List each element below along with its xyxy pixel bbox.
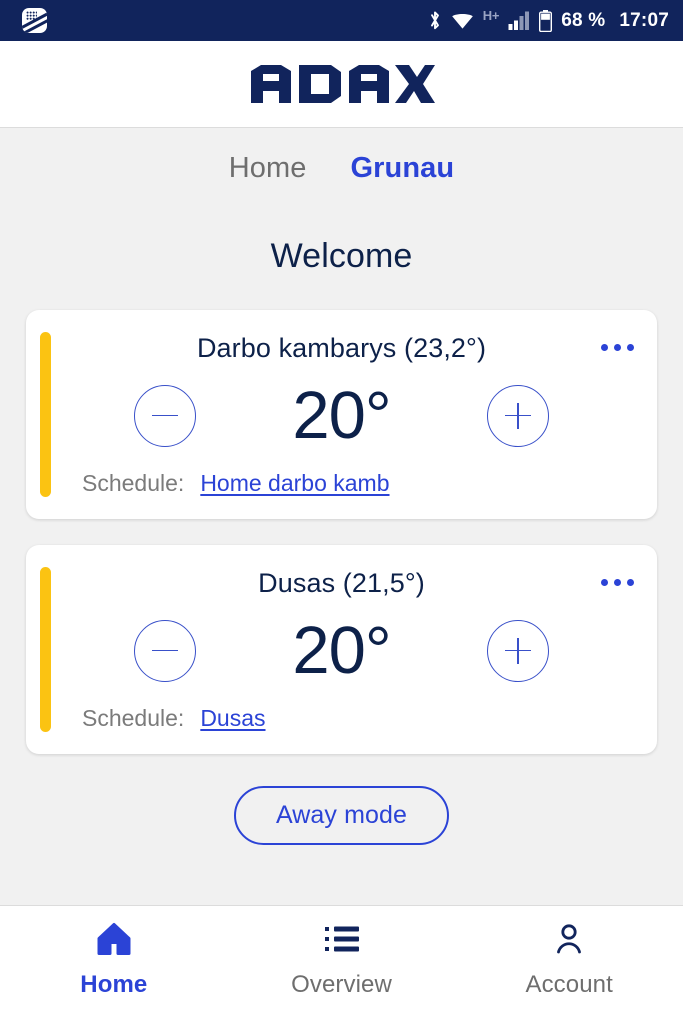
room-more-options-icon[interactable] [595, 330, 639, 364]
schedule-label: Schedule: [82, 470, 185, 496]
nav-label-account: Account [525, 971, 613, 998]
dot [613, 578, 621, 586]
room-status-accent-bar [40, 567, 51, 732]
decrease-temperature-button[interactable] [134, 619, 196, 682]
app-notification-icon [22, 8, 47, 33]
bluetooth-icon [428, 10, 442, 31]
nav-label-overview: Overview [291, 971, 392, 998]
away-mode-button[interactable]: Away mode [233, 786, 450, 845]
status-bar-left [22, 8, 428, 33]
room-status-accent-bar [40, 332, 51, 497]
main-content: Home Grunau Welcome Darbo kambarys (23,2… [0, 128, 683, 905]
target-temperature-value: 20° [292, 613, 391, 689]
dot [626, 578, 634, 586]
minus-icon [152, 649, 178, 652]
room-card[interactable]: Dusas (21,5°) 20° Schedule: Dusas [26, 545, 657, 754]
wifi-icon [451, 10, 474, 31]
target-temperature-value: 20° [292, 378, 391, 454]
plus-icon-vertical [517, 402, 519, 429]
cellular-signal-icon [508, 11, 530, 30]
battery-percentage-label: 68 % [561, 10, 606, 31]
network-type-label: H+ [482, 8, 500, 23]
home-icon [97, 922, 131, 956]
decrease-temperature-button[interactable] [134, 384, 196, 447]
zone-tabs: Home Grunau [0, 152, 683, 192]
room-title: Dusas (21,5°) [258, 568, 425, 598]
room-schedule: Schedule: Dusas [82, 705, 266, 732]
bottom-navigation: Home Overview Account [0, 905, 683, 1024]
room-card-list: Darbo kambarys (23,2°) 20° Schedule: Hom… [0, 310, 683, 754]
list-icon [324, 922, 359, 956]
zone-tab-home[interactable]: Home [229, 152, 307, 185]
nav-item-account[interactable]: Account [455, 922, 683, 999]
increase-temperature-button[interactable] [487, 619, 549, 682]
app-screen: H+ 68 % 17:07 Home Grunau Welcome Darbo … [0, 0, 683, 1024]
schedule-link[interactable]: Dusas [200, 705, 265, 732]
nav-item-home[interactable]: Home [0, 922, 228, 999]
schedule-label: Schedule: [82, 705, 185, 731]
schedule-link[interactable]: Home darbo kamb [200, 470, 389, 497]
room-card[interactable]: Darbo kambarys (23,2°) 20° Schedule: Hom… [26, 310, 657, 519]
app-header [0, 41, 683, 128]
increase-temperature-button[interactable] [487, 384, 549, 447]
nav-item-overview[interactable]: Overview [228, 922, 456, 999]
person-icon [553, 922, 585, 956]
room-schedule: Schedule: Home darbo kamb [82, 470, 390, 497]
temperature-controls: 20° [52, 370, 631, 462]
dot [600, 578, 608, 586]
page-title: Welcome [270, 237, 413, 275]
nav-label-home: Home [80, 971, 148, 998]
dot [626, 343, 634, 351]
temperature-controls: 20° [52, 605, 631, 697]
zone-tab-grunau[interactable]: Grunau [351, 152, 455, 185]
plus-icon-vertical [517, 637, 519, 664]
dot [613, 343, 621, 351]
battery-icon [539, 9, 553, 32]
status-bar: H+ 68 % 17:07 [0, 0, 683, 41]
away-mode-container: Away mode [0, 786, 683, 845]
room-title: Darbo kambarys (23,2°) [196, 333, 487, 363]
dot [600, 343, 608, 351]
room-more-options-icon[interactable] [595, 565, 639, 599]
status-bar-clock: 17:07 [619, 10, 669, 31]
adax-logo [249, 65, 435, 103]
status-bar-right: H+ 68 % 17:07 [428, 8, 669, 32]
minus-icon [152, 414, 178, 417]
